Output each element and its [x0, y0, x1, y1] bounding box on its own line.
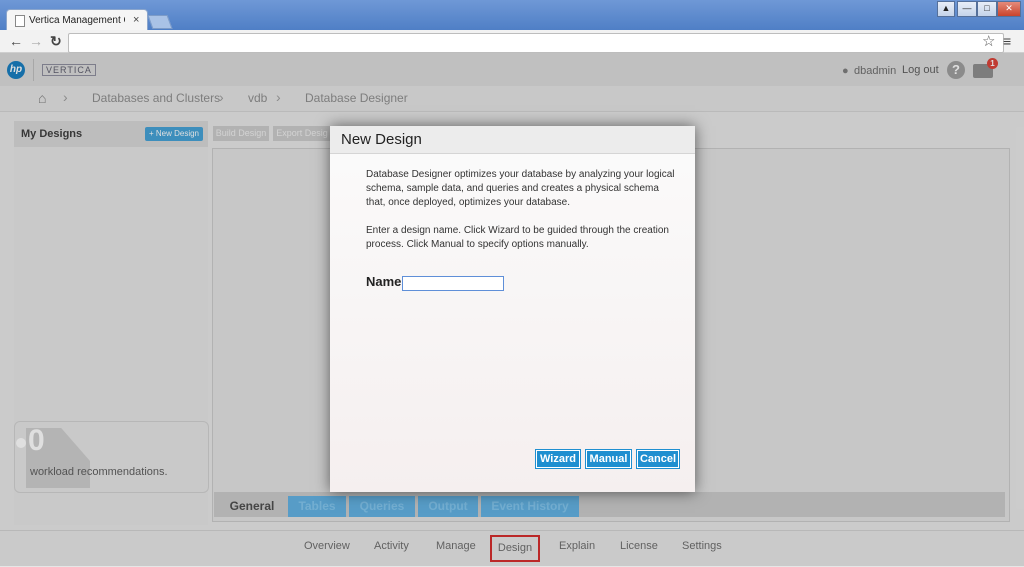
forward-arrow-icon[interactable]: → — [29, 33, 43, 49]
maximize-button[interactable]: □ — [977, 1, 997, 17]
bookmark-star-icon[interactable]: ☆ — [982, 32, 995, 50]
cancel-button[interactable]: Cancel — [636, 449, 680, 469]
dialog-description: Database Designer optimizes your databas… — [366, 169, 675, 208]
wizard-button[interactable]: Wizard — [535, 449, 581, 469]
dialog-title: New Design — [341, 131, 422, 148]
name-label: Name: — [366, 274, 406, 289]
tab-close-icon[interactable]: × — [133, 14, 139, 26]
browser-tab-title: Vertica Management Co — [29, 15, 125, 26]
manual-button[interactable]: Manual — [585, 449, 632, 469]
minimize-button[interactable]: — — [957, 1, 977, 17]
back-arrow-icon[interactable]: ← — [9, 33, 23, 49]
page-icon — [15, 15, 25, 27]
dialog-instructions: Enter a design name. Click Wizard to be … — [366, 225, 669, 250]
reload-icon[interactable]: ↻ — [50, 33, 62, 49]
browser-menu-icon[interactable]: ≡ — [1003, 33, 1011, 49]
design-name-input[interactable] — [402, 276, 504, 291]
window-user-icon[interactable]: ▲ — [937, 1, 955, 17]
close-window-button[interactable]: ✕ — [997, 1, 1021, 17]
browser-tab[interactable]: Vertica Management Co × — [6, 9, 148, 32]
address-bar[interactable] — [68, 33, 1004, 53]
